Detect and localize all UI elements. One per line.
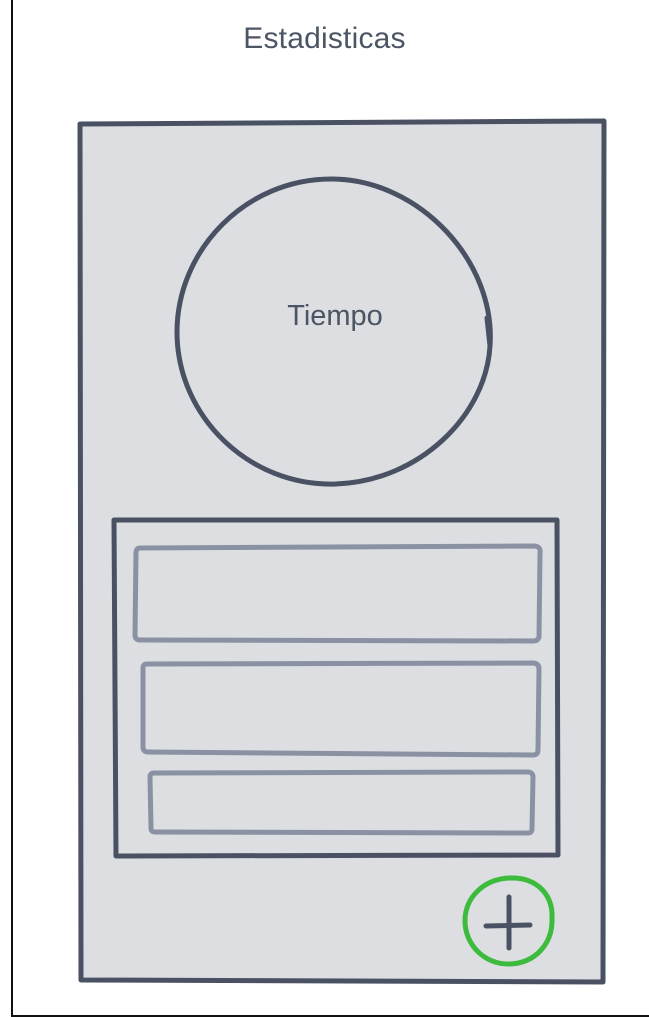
add-button[interactable] xyxy=(462,876,556,968)
timer-widget[interactable] xyxy=(176,178,491,486)
list-item[interactable] xyxy=(142,662,540,756)
sketch-layer xyxy=(77,118,607,985)
list-item[interactable] xyxy=(149,771,534,835)
list-item[interactable] xyxy=(134,546,542,642)
